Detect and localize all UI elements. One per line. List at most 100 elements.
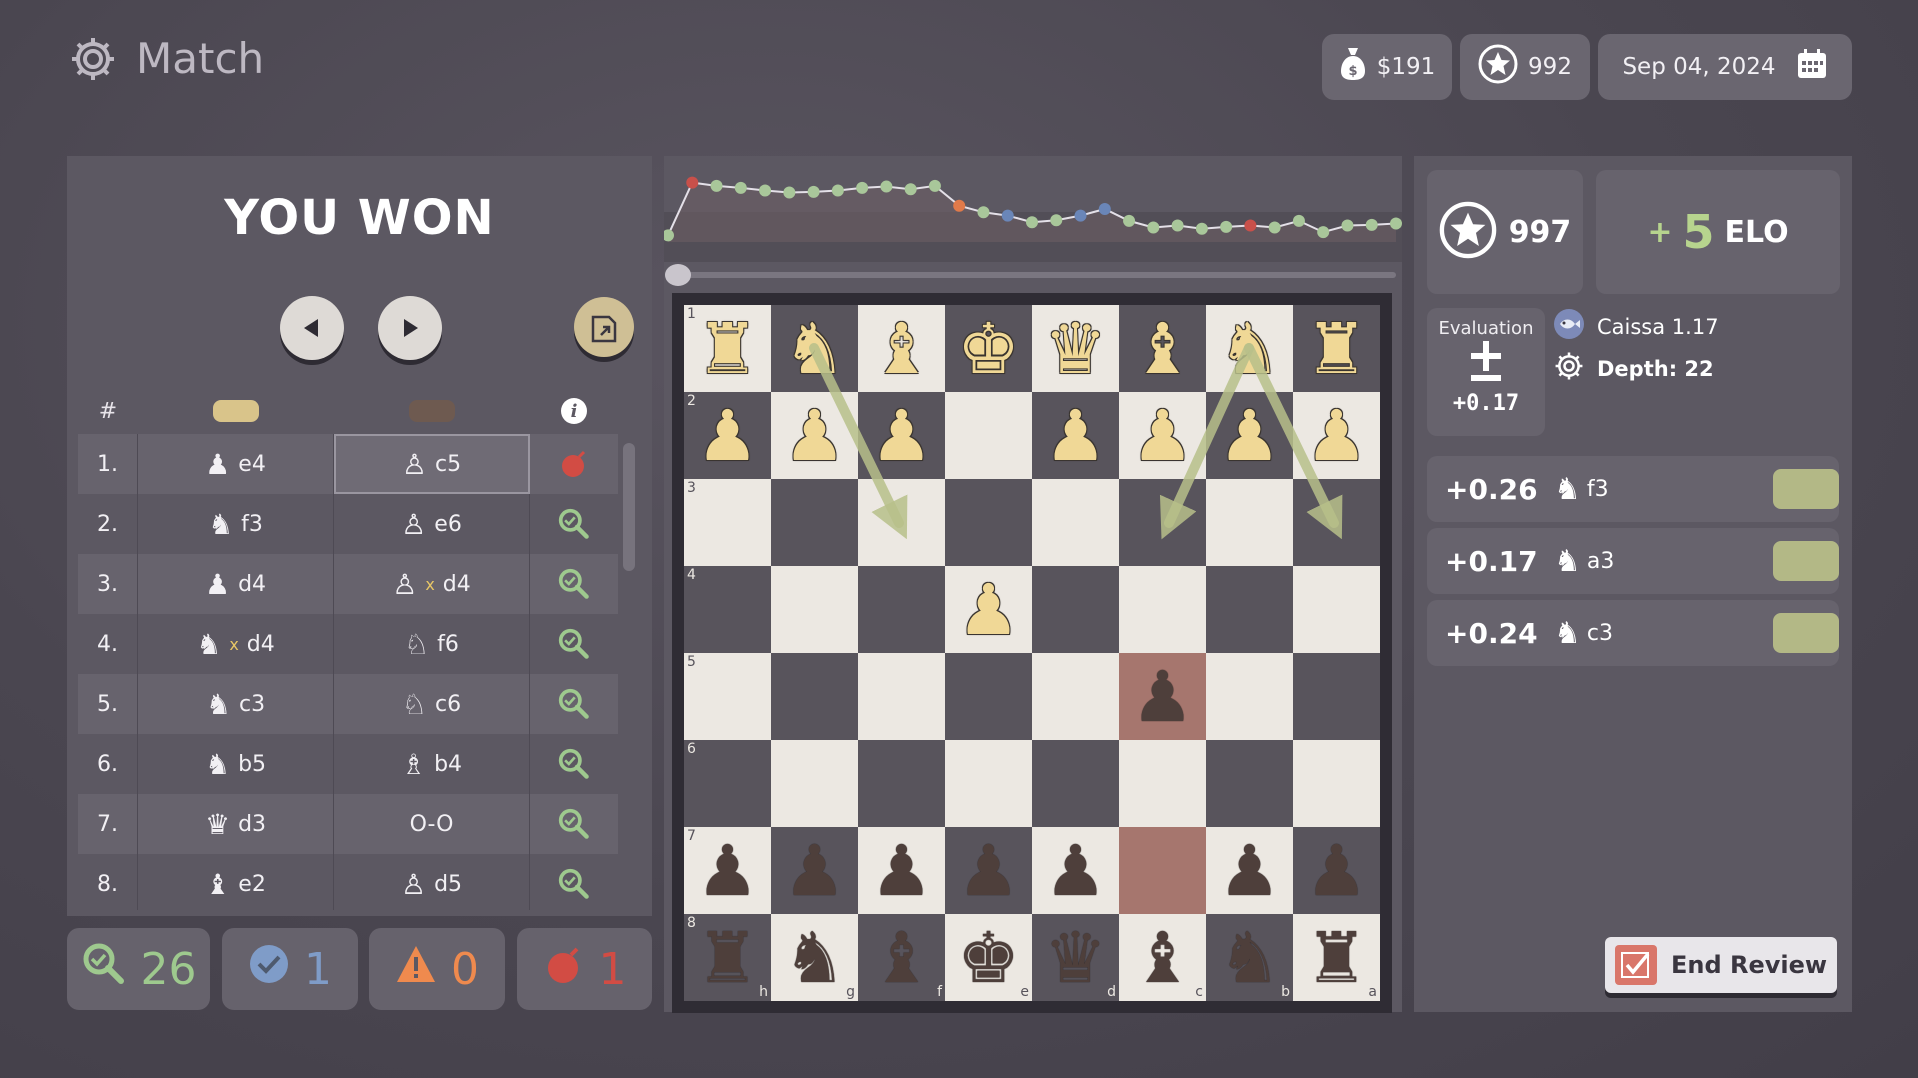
date-badge[interactable]: Sep 04, 2024 [1598,34,1852,100]
black-queen-piece[interactable]: ♛ [1044,923,1107,993]
board-square[interactable] [1119,740,1206,827]
white-move-cell[interactable]: ♞ c3 [138,674,334,734]
board-square[interactable]: d ♛ [1032,914,1119,1001]
move-row[interactable]: 1. ♟ e4 ♙ c5 [78,434,618,494]
board-square[interactable] [1032,740,1119,827]
white-pawn-piece[interactable]: ♟ [696,401,759,471]
graph-point-normal[interactable] [880,180,893,193]
white-bishop-piece[interactable]: ♝ [870,314,933,384]
board-square[interactable] [858,653,945,740]
board-square[interactable] [1206,653,1293,740]
black-bishop-piece[interactable]: ♝ [870,923,933,993]
board-square[interactable]: ♝ [1119,305,1206,392]
graph-point-blunder[interactable] [1244,219,1257,232]
board-square[interactable] [858,740,945,827]
black-move-cell[interactable]: ♘ f6 [334,614,530,674]
move-row[interactable]: 7. ♛ d3 O-O [78,794,618,854]
white-pawn-piece[interactable]: ♟ [1131,401,1194,471]
black-bishop-piece[interactable]: ♝ [1131,923,1194,993]
board-square[interactable]: ♟ [1119,653,1206,740]
board-square[interactable]: c ♝ [1119,914,1206,1001]
board-square[interactable] [1293,479,1380,566]
graph-point-normal[interactable] [856,181,869,194]
white-rook-piece[interactable]: ♜ [696,314,759,384]
board-square[interactable]: 3 [684,479,771,566]
board-square[interactable]: ♞ [771,305,858,392]
board-square[interactable]: 8 h ♜ [684,914,771,1001]
engine-line-row[interactable]: +0.17 ♞ a3 [1427,528,1839,594]
graph-point-best[interactable] [1074,209,1087,222]
white-move-cell[interactable]: ♟ d4 [138,554,334,614]
play-line-button[interactable] [1772,613,1839,653]
board-square[interactable]: ♜ [1293,305,1380,392]
engine-line-row[interactable]: +0.24 ♞ c3 [1427,600,1839,666]
white-move-cell[interactable]: ♞ x d4 [138,614,334,674]
board-square[interactable] [1119,479,1206,566]
move-row[interactable]: 6. ♞ b5 ♗ b4 [78,734,618,794]
graph-point-best[interactable] [1098,203,1111,215]
board-square[interactable]: 2 ♟ [684,392,771,479]
board-square[interactable]: ♟ [1206,827,1293,914]
graph-point-normal[interactable] [1171,219,1184,232]
white-king-piece[interactable]: ♚ [957,314,1020,384]
white-move-cell[interactable]: ♞ b5 [138,734,334,794]
graph-point-normal[interactable] [783,186,796,199]
board-square[interactable]: ♟ [858,827,945,914]
move-row[interactable]: 8. ♝ e2 ♙ d5 [78,854,618,910]
board-square[interactable] [771,653,858,740]
board-square[interactable]: 1 ♜ [684,305,771,392]
board-square[interactable] [945,479,1032,566]
board-square[interactable]: ♟ [1293,392,1380,479]
export-pgn-button[interactable] [574,297,634,357]
board-square[interactable]: b ♞ [1206,914,1293,1001]
graph-point-blunder[interactable] [686,176,699,189]
black-king-piece[interactable]: ♚ [957,923,1020,993]
graph-point-normal[interactable] [1292,214,1305,227]
board-square[interactable]: ♟ [771,392,858,479]
graph-point-normal[interactable] [904,183,917,196]
board-square[interactable] [858,566,945,653]
white-queen-piece[interactable]: ♛ [1044,314,1107,384]
black-move-cell[interactable]: ♘ c6 [334,674,530,734]
white-pawn-piece[interactable]: ♟ [1044,401,1107,471]
board-square[interactable] [1293,566,1380,653]
move-list-scrollbar[interactable] [623,443,635,571]
board-square[interactable]: ♟ [1032,827,1119,914]
board-square[interactable] [1206,566,1293,653]
board-square[interactable]: ♞ [1206,305,1293,392]
black-pawn-piece[interactable]: ♟ [1305,836,1368,906]
graph-point-normal[interactable] [1026,216,1038,229]
play-line-button[interactable] [1772,469,1839,509]
black-knight-piece[interactable]: ♞ [783,923,846,993]
settings-gear-icon[interactable] [68,34,118,84]
black-pawn-piece[interactable]: ♟ [783,836,846,906]
board-square[interactable] [945,392,1032,479]
black-move-cell[interactable]: O-O [334,794,530,854]
board-square[interactable] [1119,827,1206,914]
board-square[interactable] [1032,479,1119,566]
graph-point-normal[interactable] [1050,214,1063,227]
graph-point-normal[interactable] [734,181,747,194]
end-review-button[interactable]: End Review [1605,937,1837,993]
white-bishop-piece[interactable]: ♝ [1131,314,1194,384]
black-move-cell[interactable]: ♙ e6 [334,494,530,554]
board-square[interactable] [1032,653,1119,740]
move-row[interactable]: 3. ♟ d4 ♙ x d4 [78,554,618,614]
board-square[interactable]: ♟ [1119,392,1206,479]
graph-point-normal[interactable] [710,179,723,192]
black-move-cell[interactable]: ♙ c5 [334,434,530,494]
white-pawn-piece[interactable]: ♟ [1218,401,1281,471]
board-square[interactable]: ♟ [945,566,1032,653]
move-row[interactable]: 4. ♞ x d4 ♘ f6 [78,614,618,674]
board-square[interactable]: f ♝ [858,914,945,1001]
board-square[interactable] [945,740,1032,827]
graph-point-mistake[interactable] [953,199,966,212]
board-square[interactable]: 4 [684,566,771,653]
white-pawn-piece[interactable]: ♟ [1305,401,1368,471]
white-move-cell[interactable]: ♟ e4 [138,434,334,494]
black-rook-piece[interactable]: ♜ [696,923,759,993]
board-square[interactable]: ♝ [858,305,945,392]
graph-point-normal[interactable] [1365,218,1378,231]
timeline-slider-knob[interactable] [665,264,691,286]
white-move-cell[interactable]: ♛ d3 [138,794,334,854]
